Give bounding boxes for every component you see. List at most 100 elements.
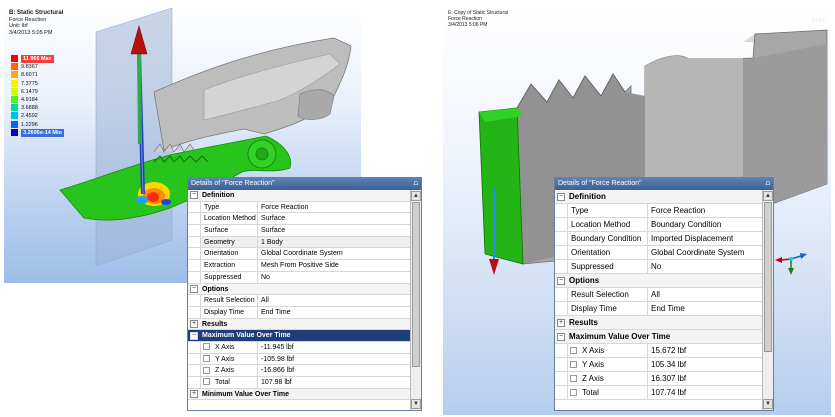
collapse-icon[interactable]: −: [190, 331, 198, 340]
section-maximum-value-over-time[interactable]: − Maximum Value Over Time: [188, 330, 410, 342]
details-grid[interactable]: − Definition Type Force Reaction Location Me…: [555, 190, 762, 410]
property-value-cell[interactable]: Boundary Condition: [648, 218, 762, 231]
property-row[interactable]: Z Axis 16.307 lbf: [555, 372, 762, 386]
property-row[interactable]: Orientation Global Coordinate System: [555, 246, 762, 260]
parameter-checkbox[interactable]: [203, 378, 210, 386]
section-results[interactable]: + Results: [555, 316, 762, 330]
property-row[interactable]: Suppressed No: [188, 271, 410, 284]
section-definition[interactable]: − Definition: [555, 190, 762, 204]
pin-icon[interactable]: ⩍: [765, 178, 770, 190]
legend-swatch: [11, 55, 18, 62]
details-panel-header[interactable]: Details of "Force Reaction" ⩍: [555, 178, 773, 190]
scroll-up-button[interactable]: ▲: [763, 191, 773, 201]
property-row[interactable]: Y Axis -105.98 lbf: [188, 353, 410, 366]
property-row[interactable]: Location Method Surface: [188, 213, 410, 226]
property-value-cell[interactable]: All: [648, 288, 762, 301]
property-row[interactable]: Display Time End Time: [188, 306, 410, 319]
property-value-cell[interactable]: 107.98 lbf: [258, 377, 410, 388]
property-row[interactable]: Location Method Boundary Condition: [555, 218, 762, 232]
details-panel-left[interactable]: Details of "Force Reaction" ⩍ − Definitio…: [187, 177, 422, 411]
parameter-checkbox[interactable]: [570, 374, 577, 382]
property-row[interactable]: Suppressed No: [555, 260, 762, 274]
property-label-cell: X Axis: [200, 341, 258, 353]
section-definition[interactable]: − Definition: [188, 190, 410, 202]
parameter-checkbox[interactable]: [570, 346, 577, 354]
details-grid[interactable]: − Definition Type Force Reaction Location Me…: [188, 190, 410, 410]
property-value-cell[interactable]: Global Coordinate System: [648, 246, 762, 259]
property-label-cell: Y Axis: [567, 358, 648, 371]
details-scrollbar[interactable]: ▲ ▼: [410, 190, 421, 410]
property-row[interactable]: Y Axis 105.34 lbf: [555, 358, 762, 372]
property-value-cell[interactable]: No: [258, 272, 410, 283]
scroll-down-button[interactable]: ▼: [411, 399, 421, 409]
section-maximum-value-over-time[interactable]: − Maximum Value Over Time: [555, 330, 762, 344]
expand-icon[interactable]: +: [190, 319, 198, 328]
property-row[interactable]: Result Selection All: [555, 288, 762, 302]
details-panel-header[interactable]: Details of "Force Reaction" ⩍: [188, 178, 421, 190]
expand-icon[interactable]: +: [557, 318, 565, 327]
property-value-cell[interactable]: 15.672 lbf: [648, 344, 762, 357]
property-value-cell[interactable]: End Time: [258, 307, 410, 318]
property-value-cell[interactable]: No: [648, 260, 762, 273]
collapse-icon[interactable]: −: [557, 332, 565, 341]
section-results[interactable]: + Results: [188, 318, 410, 331]
property-value-cell[interactable]: All: [258, 295, 410, 306]
collapse-icon[interactable]: −: [557, 192, 565, 201]
property-row[interactable]: Total 107.74 lbf: [555, 386, 762, 400]
collapse-icon[interactable]: −: [557, 276, 565, 285]
property-value-cell[interactable]: End Time: [648, 302, 762, 315]
property-row[interactable]: Type Force Reaction: [555, 204, 762, 218]
property-value-cell[interactable]: Imported Displacement: [648, 232, 762, 245]
property-value-cell[interactable]: Force Reaction: [258, 202, 410, 213]
parameter-checkbox[interactable]: [203, 366, 210, 374]
parameter-checkbox[interactable]: [570, 360, 577, 368]
section-options[interactable]: − Options: [555, 274, 762, 288]
property-value-cell[interactable]: 1 Body: [258, 236, 410, 248]
legend-swatch: [11, 71, 18, 79]
property-label: Total: [215, 379, 230, 386]
property-value-cell[interactable]: -105.98 lbf: [258, 354, 410, 365]
property-row[interactable]: X Axis 15.672 lbf: [555, 344, 762, 358]
parameter-checkbox[interactable]: [203, 343, 210, 351]
section-options[interactable]: − Options: [188, 283, 410, 296]
property-value-cell[interactable]: Mesh From Positive Side: [258, 260, 410, 271]
property-row[interactable]: Result Selection All: [188, 295, 410, 307]
property-row[interactable]: Total 107.98 lbf: [188, 377, 410, 389]
property-row[interactable]: Orientation Global Coordinate System: [188, 248, 410, 261]
section-minimum-value-over-time[interactable]: + Minimum Value Over Time: [188, 388, 410, 401]
property-value-cell[interactable]: -16.866 lbf: [258, 365, 410, 376]
property-value: -11.945 lbf: [261, 343, 294, 351]
property-value-cell[interactable]: 107.74 lbf: [648, 386, 762, 399]
property-value-cell[interactable]: 105.34 lbf: [648, 358, 762, 371]
scroll-thumb[interactable]: [412, 202, 420, 367]
property-value-cell[interactable]: -11.945 lbf: [258, 342, 410, 353]
scroll-down-button[interactable]: ▼: [763, 399, 773, 409]
property-row[interactable]: Boundary Condition Imported Displacement: [555, 232, 762, 246]
expand-icon[interactable]: +: [190, 390, 198, 399]
collapse-icon[interactable]: −: [190, 191, 198, 200]
constrained-face: [478, 107, 524, 265]
property-label-cell: Geometry: [200, 236, 258, 248]
parameter-checkbox[interactable]: [570, 388, 577, 396]
property-value-cell[interactable]: 16.307 lbf: [648, 372, 762, 385]
property-row[interactable]: Z Axis -16.866 lbf: [188, 365, 410, 377]
collapse-icon[interactable]: −: [190, 284, 198, 293]
property-row[interactable]: Extraction Mesh From Positive Side: [188, 260, 410, 272]
property-row[interactable]: Surface Surface: [188, 225, 410, 237]
property-row[interactable]: Display Time End Time: [555, 302, 762, 316]
scroll-thumb[interactable]: [764, 202, 772, 352]
property-row[interactable]: X Axis -11.945 lbf: [188, 341, 410, 354]
legend-label: 1.2296: [21, 121, 38, 128]
property-row[interactable]: Geometry 1 Body: [188, 236, 410, 249]
parameter-checkbox[interactable]: [203, 354, 210, 362]
property-row[interactable]: Type Force Reaction: [188, 201, 410, 214]
property-value-cell[interactable]: Surface: [258, 225, 410, 236]
property-value-cell[interactable]: Force Reaction: [648, 204, 762, 217]
details-panel-right[interactable]: Details of "Force Reaction" ⩍ − Definitio…: [554, 177, 774, 411]
property-value-cell[interactable]: Global Coordinate System: [258, 248, 410, 259]
contour-legend[interactable]: 11.866 Max 9.8367 8.6071 7.3775 6.1479 4.9184…: [11, 55, 81, 137]
pin-icon[interactable]: ⩍: [413, 178, 418, 190]
scroll-up-button[interactable]: ▲: [411, 191, 421, 201]
details-scrollbar[interactable]: ▲ ▼: [762, 190, 773, 410]
property-value-cell[interactable]: Surface: [258, 213, 410, 224]
